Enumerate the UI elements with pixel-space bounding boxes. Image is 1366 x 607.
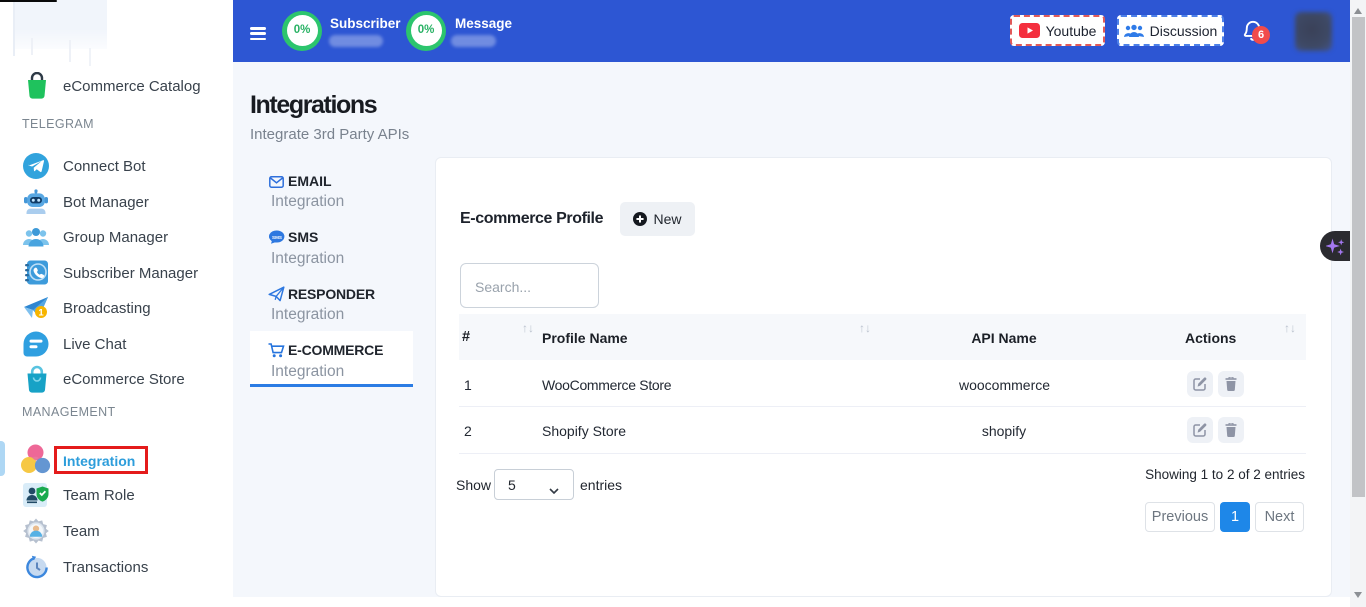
svg-text:1: 1 xyxy=(38,308,44,319)
svg-text:SMS: SMS xyxy=(272,235,282,240)
